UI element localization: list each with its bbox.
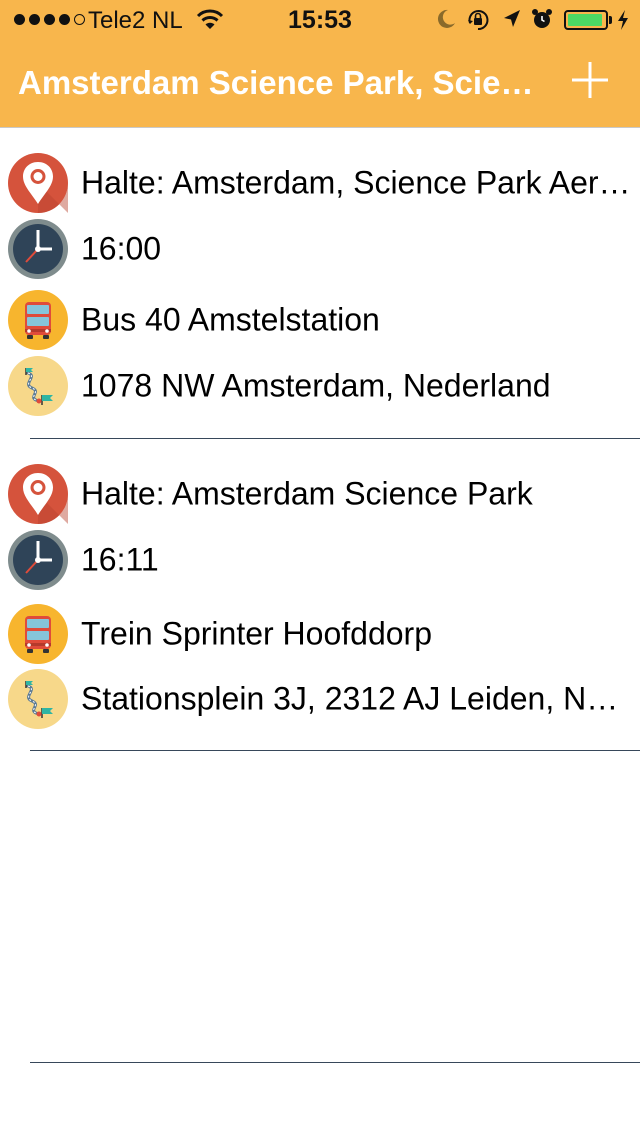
time-row[interactable]: 16:00 <box>0 216 640 282</box>
status-bar: Tele2 NL 15:53 <box>0 0 640 40</box>
plus-icon[interactable] <box>566 56 614 104</box>
location-arrow-icon <box>504 10 520 27</box>
route-icon <box>8 356 68 416</box>
add-button[interactable] <box>566 56 614 104</box>
battery-tip <box>609 16 612 24</box>
departure-time: 16:11 <box>81 541 159 578</box>
departure-time: 16:00 <box>81 230 162 267</box>
clock-icon <box>8 530 68 590</box>
battery-icon <box>564 10 608 30</box>
vehicle-row[interactable]: Trein Sprinter Hoofddorp <box>0 601 640 667</box>
map-pin-icon <box>8 464 68 524</box>
bus-icon <box>8 604 68 664</box>
moon-icon <box>437 9 455 28</box>
navigation-header: Tele2 NL 15:53 Amsterdam Science Park, S… <box>0 0 640 128</box>
stop-row[interactable]: Halte: Amsterdam Science Park <box>0 461 640 527</box>
destination-address: 1078 NW Amsterdam, Nederland <box>81 367 551 404</box>
orientation-lock-icon <box>468 10 489 31</box>
map-pin-icon <box>8 153 68 213</box>
clock-icon <box>8 219 68 279</box>
vehicle-row[interactable]: Bus 40 Amstelstation <box>0 287 640 353</box>
time-row[interactable]: 16:11 <box>0 527 640 593</box>
page-title: Amsterdam Science Park, Science Park, Am… <box>18 64 538 101</box>
bus-icon <box>8 290 68 350</box>
destination-address: Stationsplein 3J, 2312 AJ Leiden, Nederl… <box>81 680 631 717</box>
route-icon <box>8 669 68 729</box>
destination-row[interactable]: 1078 NW Amsterdam, Nederland <box>0 353 640 419</box>
stop-row[interactable]: Halte: Amsterdam, Science Park Aer Amste… <box>0 150 640 216</box>
separator <box>30 1062 640 1063</box>
charging-icon <box>618 10 628 30</box>
alarm-icon <box>532 9 552 28</box>
separator <box>30 750 640 751</box>
stop-name: Halte: Amsterdam, Science Park Aer Amste… <box>81 164 631 201</box>
vehicle-name: Trein Sprinter Hoofddorp <box>81 615 432 652</box>
separator <box>30 438 640 439</box>
destination-row[interactable]: Stationsplein 3J, 2312 AJ Leiden, Nederl… <box>0 666 640 732</box>
stop-name: Halte: Amsterdam Science Park <box>81 475 533 512</box>
vehicle-name: Bus 40 Amstelstation <box>81 301 380 338</box>
